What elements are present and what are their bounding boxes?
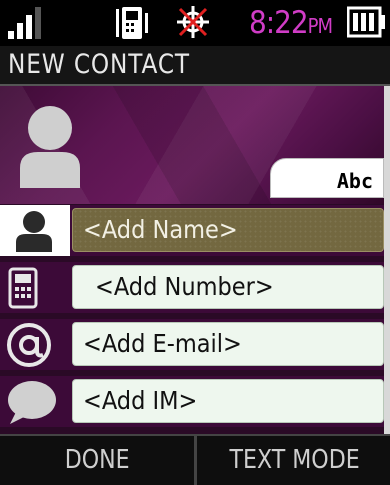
speech-bubble-icon: [8, 381, 56, 424]
name-input[interactable]: <Add Name>: [72, 208, 384, 252]
contact-photo-area[interactable]: Abc: [0, 86, 384, 204]
done-softkey-label: DONE: [64, 445, 130, 475]
person-silhouette-icon: [20, 106, 80, 188]
name-icon-cell: [0, 205, 70, 256]
at-sign-icon: [7, 323, 51, 367]
title-bar: NEW CONTACT: [0, 46, 390, 86]
email-field-row[interactable]: <Add E-mail>: [0, 319, 384, 370]
email-input[interactable]: <Add E-mail>: [72, 322, 384, 366]
number-icon-cell: [0, 262, 70, 313]
text-mode-indicator: Abc: [270, 158, 384, 198]
phone-icon: [8, 267, 38, 309]
text-mode-softkey[interactable]: TEXT MODE: [200, 436, 390, 485]
battery-full-icon: [347, 6, 385, 38]
status-bar: 8:22PM: [0, 0, 390, 46]
text-mode-softkey-label: TEXT MODE: [229, 445, 361, 475]
number-field-row[interactable]: <Add Number>: [0, 262, 384, 313]
vibrate-icon: [116, 7, 148, 39]
name-field-row[interactable]: <Add Name>: [0, 205, 384, 256]
status-time: 8:22PM: [248, 5, 333, 41]
gps-off-icon: [177, 6, 209, 38]
signal-strength-icon: [8, 7, 41, 39]
scrollbar[interactable]: [384, 86, 390, 434]
softkey-bar: DONE TEXT MODE: [0, 434, 390, 485]
text-mode-label: Abc: [336, 169, 373, 193]
im-field-row[interactable]: <Add IM>: [0, 376, 384, 427]
im-input[interactable]: <Add IM>: [72, 379, 384, 423]
person-icon: [16, 211, 52, 252]
new-contact-screen: 8:22PM NEW CONTACT Abc <Add Name> <Add N…: [0, 0, 390, 485]
page-title: NEW CONTACT: [8, 49, 190, 80]
im-icon-cell: [0, 376, 70, 427]
number-input[interactable]: <Add Number>: [72, 265, 384, 309]
status-ampm: PM: [307, 14, 333, 38]
done-softkey[interactable]: DONE: [0, 436, 197, 485]
email-icon-cell: [0, 319, 70, 370]
